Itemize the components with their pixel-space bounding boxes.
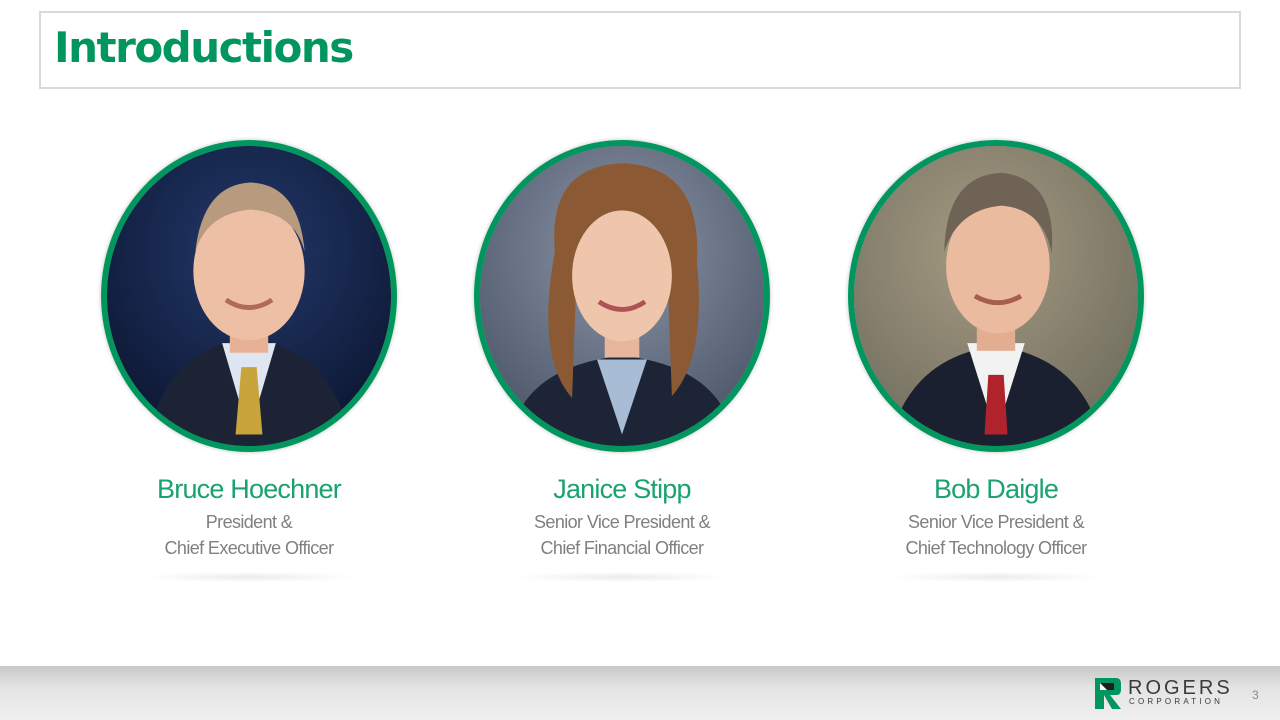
person-role-line2: Chief Financial Officer [540,538,705,558]
portrait-photo [848,140,1144,452]
footer-bar [0,666,1280,720]
person-role-line2: Chief Technology Officer [905,538,1087,558]
page-number: 3 [1252,688,1259,702]
text-shadow [139,572,359,582]
person-role-line2: Chief Executive Officer [164,538,335,558]
text-shadow [512,572,732,582]
person-name: Bob Daigle [933,474,1059,504]
slide-title-box: Introductions [39,11,1241,89]
rogers-logo-icon [1095,678,1121,709]
person-name: Bruce Hoechner [157,474,342,504]
company-logo: ROGERS CORPORATION [1095,677,1230,710]
person-card-ceo: Bruce Hoechner President & Chief Executi… [69,140,429,582]
portrait-photo [474,140,770,452]
portrait-photo [101,140,397,452]
logo-subtitle: CORPORATION [1129,697,1224,706]
text-shadow [886,572,1106,582]
person-role-line1: Senior Vice President & [534,512,711,532]
person-name: Janice Stipp [553,474,691,504]
person-card-cto: Bob Daigle Senior Vice President & Chief… [816,140,1176,582]
person-role-line1: President & [205,512,293,532]
person-role-line1: Senior Vice President & [908,512,1085,532]
person-card-cfo: Janice Stipp Senior Vice President & Chi… [442,140,802,582]
slide-title: Introductions [54,23,354,72]
